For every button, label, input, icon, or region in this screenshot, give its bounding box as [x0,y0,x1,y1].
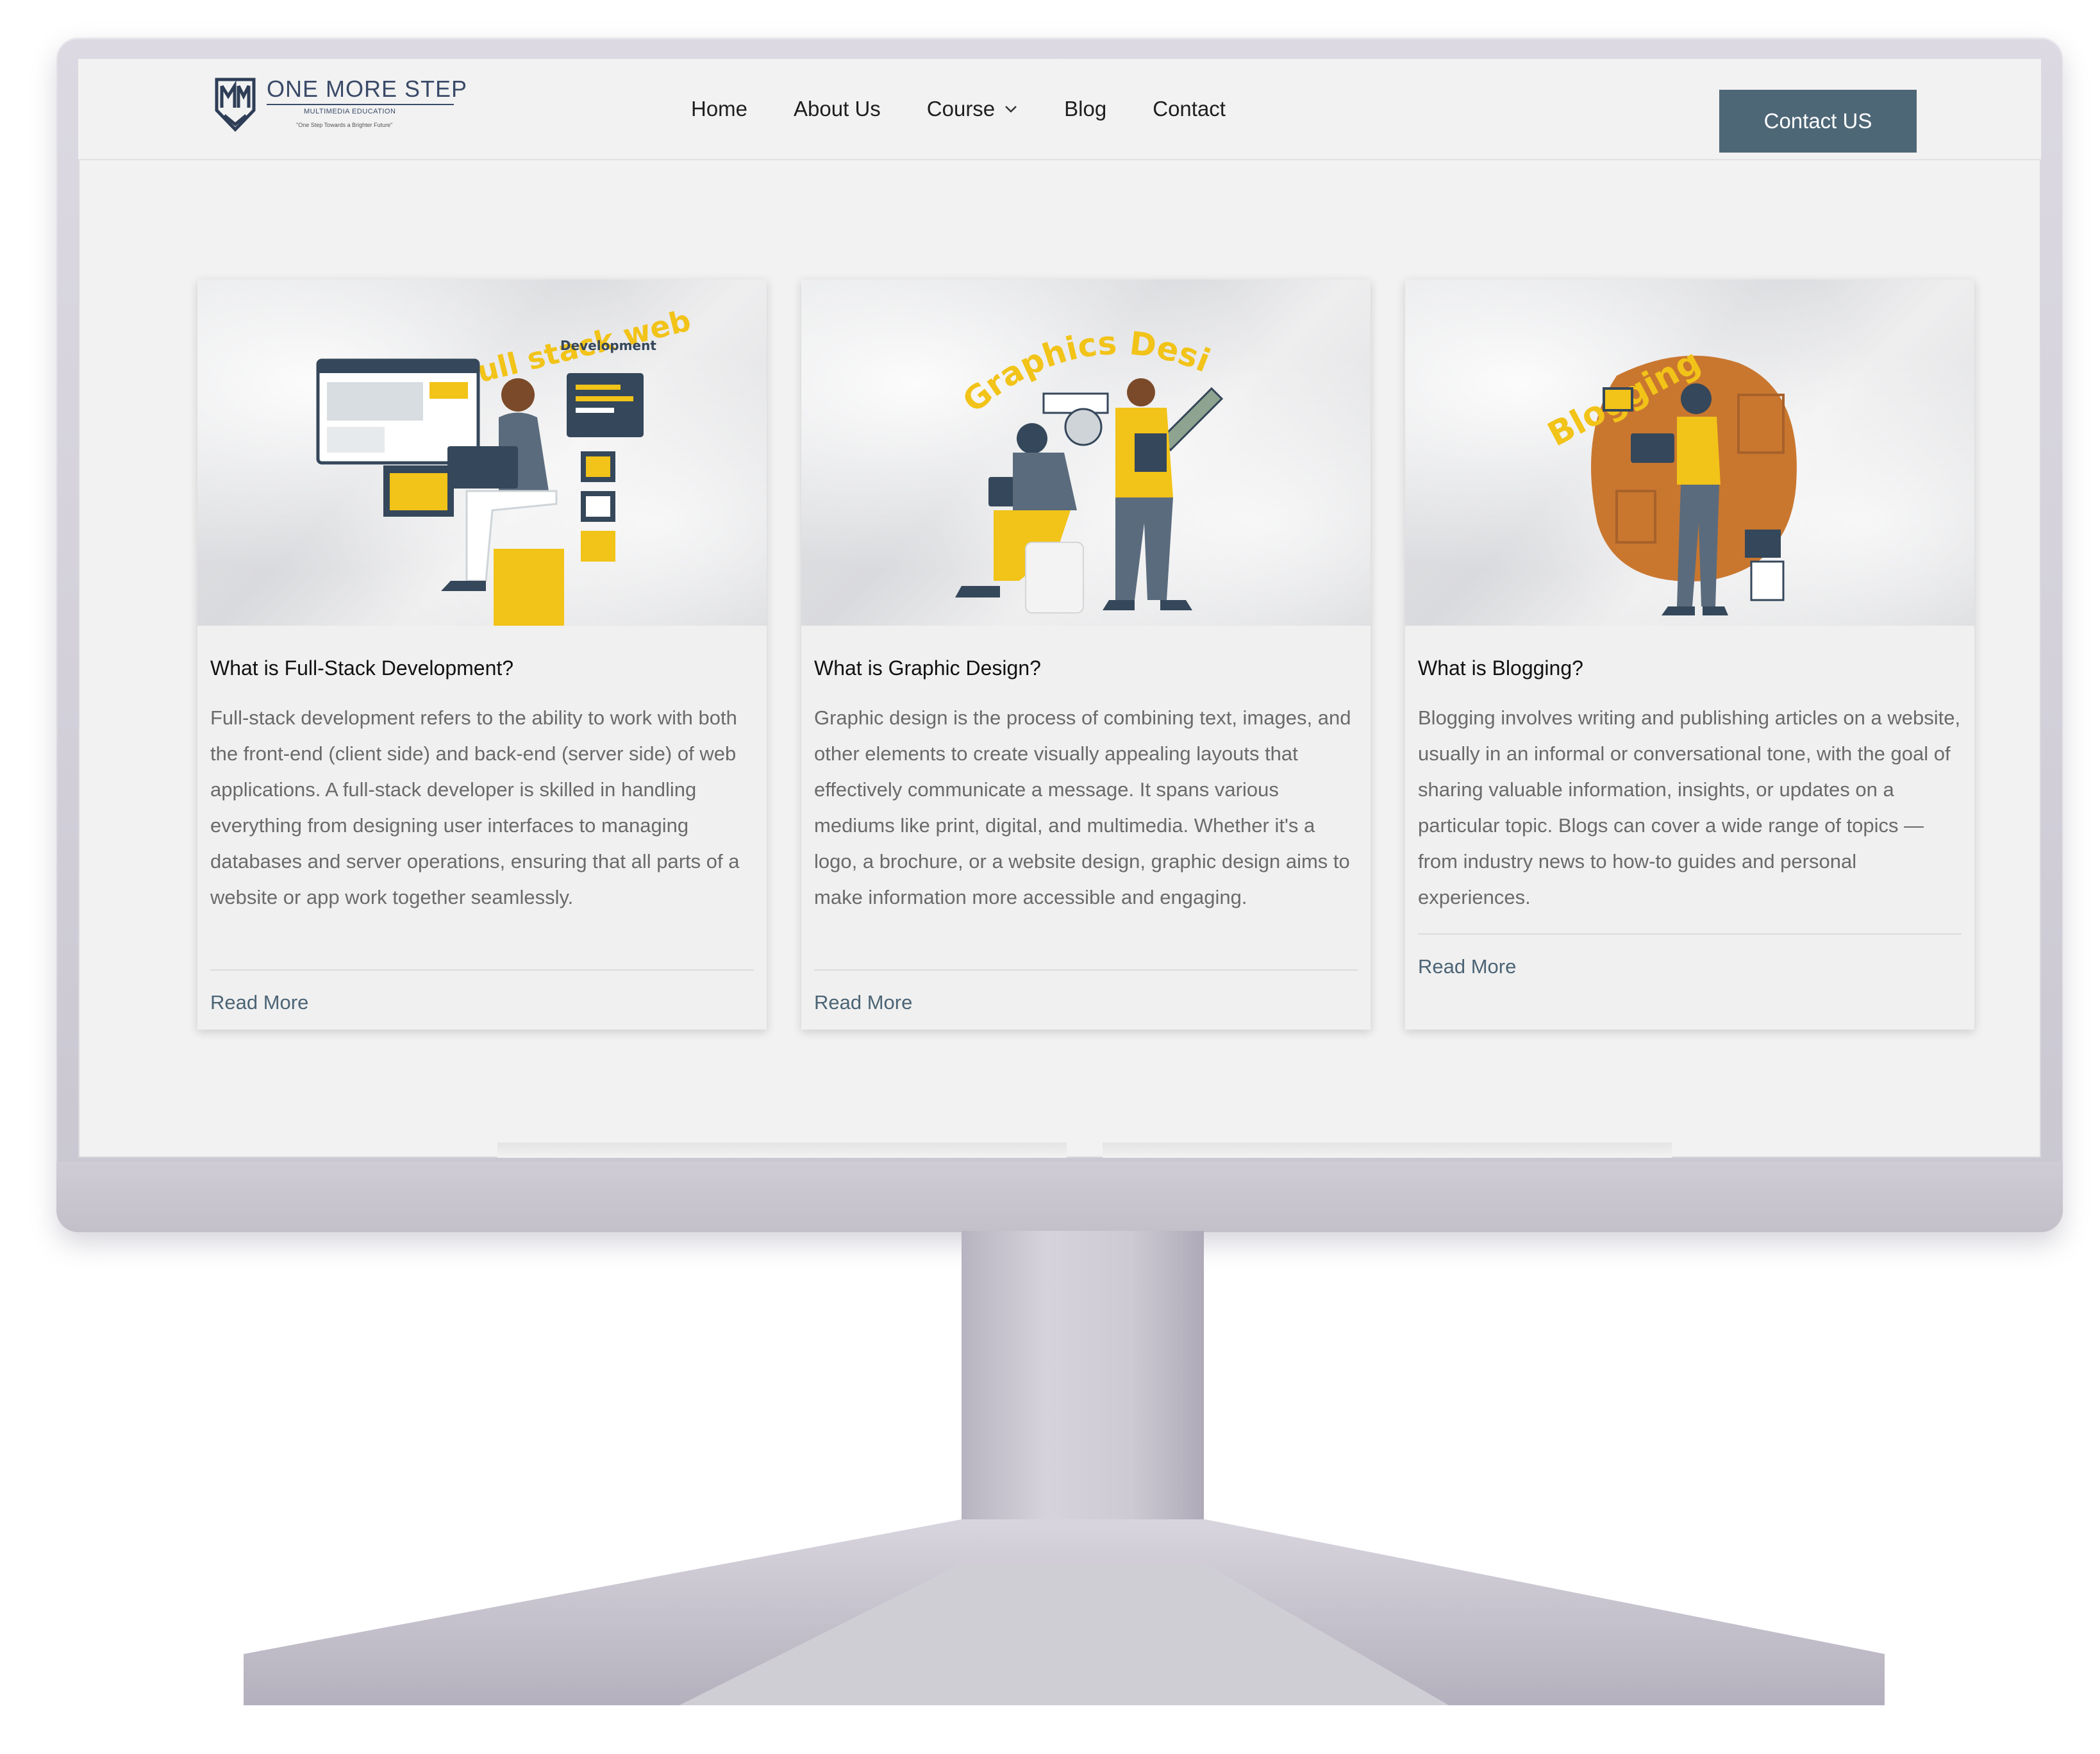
card-divider [814,969,1358,971]
nav-item-course[interactable]: Course [927,97,1018,121]
nav-item-blog[interactable]: Blog [1064,97,1106,121]
logo-tagline: "One Step Towards a Brighter Future" [296,122,393,128]
card-description: Full-stack development refers to the abi… [210,706,740,908]
card-description: Blogging involves writing and publishing… [1418,706,1961,908]
card-divider [1418,933,1962,935]
main-nav: Home About Us Course Blog Contact [691,59,1272,159]
card-illustration: Blogging [1405,280,1974,626]
read-more-link[interactable]: Read More [1418,955,1516,978]
nav-item-label: Course [926,97,996,121]
nav-item-contact[interactable]: Contact [1153,97,1226,121]
course-card-fullstack: full stack web Development What is Full-… [197,280,767,1030]
nav-item-label: About Us [794,97,881,121]
nav-item-about[interactable]: About Us [794,97,881,121]
monitor-chin [56,1162,2063,1232]
card-description: Graphic design is the process of combini… [814,706,1351,908]
card-title: What is Graphic Design? [814,656,1041,680]
card-title: What is Full-Stack Development? [210,656,514,680]
graphic-design-illustration-icon: Graphics Design [801,280,1224,614]
blogging-illustration-icon: Blogging [1542,342,1797,615]
site-logo[interactable]: ONE MORE STEP MULTIMEDIA EDUCATION "One … [214,73,483,144]
card-title: What is Blogging? [1418,656,1583,680]
card-divider [210,969,754,971]
card-illustration: full stack web Development [197,280,767,626]
logo-divider [267,104,454,105]
course-card-blogging: Blogging What is Blogging? Blogging invo… [1405,280,1974,1030]
next-card-peek [497,1142,1067,1158]
chevron-down-icon [1005,106,1017,113]
read-more-link[interactable]: Read More [210,991,308,1014]
logo-title: ONE MORE STEP [267,76,468,102]
nav-item-label: Home [691,97,748,121]
monitor-stand-base [244,1519,1885,1705]
nav-item-label: Blog [1064,97,1107,121]
logo-subtitle: MULTIMEDIA EDUCATION [304,108,396,115]
read-more-link[interactable]: Read More [814,991,912,1014]
course-card-graphic-design: Graphics Design What is Graphic Design? [801,280,1371,1030]
card-illustration: Graphics Design [801,280,1371,626]
illustration-subcaption: Development [560,338,656,353]
logo-shield-icon [215,78,256,132]
site-header: ONE MORE STEP MULTIMEDIA EDUCATION "One … [78,59,2041,160]
next-card-peek [1103,1142,1672,1158]
nav-item-label: Contact [1153,97,1226,121]
nav-item-home[interactable]: Home [691,97,747,121]
fullstack-illustration-icon: full stack web Development [316,303,694,626]
contact-us-button[interactable]: Contact US [1719,90,1917,153]
browser-viewport: ONE MORE STEP MULTIMEDIA EDUCATION "One … [78,59,2041,1158]
